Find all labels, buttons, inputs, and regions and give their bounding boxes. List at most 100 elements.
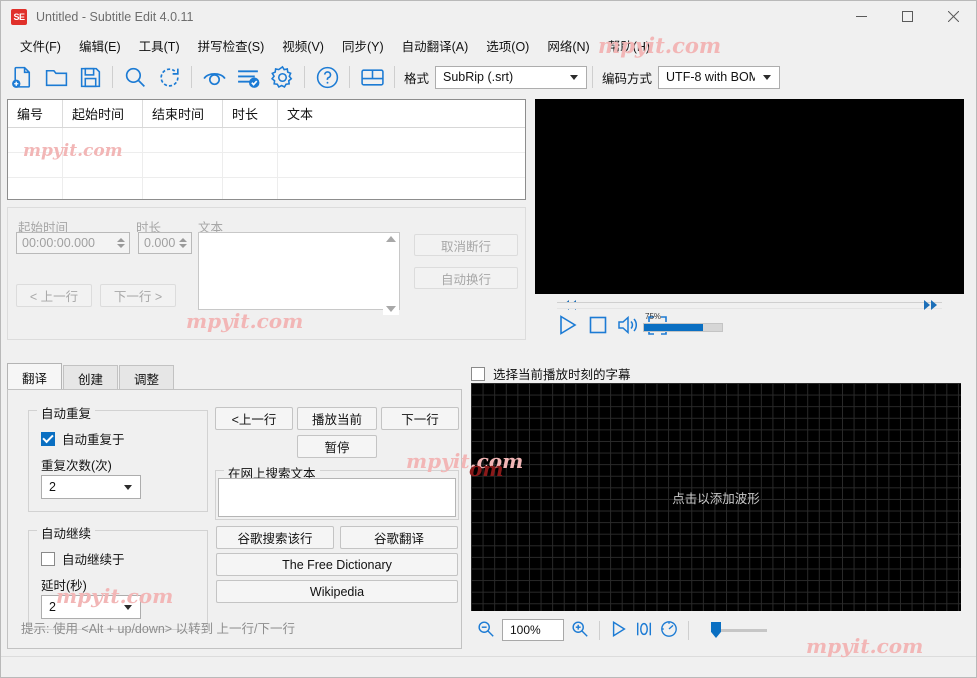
auto-repeat-checkbox-row[interactable]: 自动重复于 [41, 429, 125, 448]
waveform-toolbar-separator [599, 620, 600, 640]
waveform-zoom-combo[interactable]: 100% [502, 619, 564, 641]
chevron-down-icon [124, 604, 132, 610]
menu-item-options[interactable]: 选项(O) [477, 33, 538, 58]
column-header-duration[interactable]: 时长 [223, 100, 278, 127]
save-icon[interactable] [73, 60, 107, 94]
cell-end [143, 153, 223, 177]
waveform-slider-thumb[interactable] [711, 622, 721, 638]
free-dictionary-button[interactable]: The Free Dictionary [216, 553, 458, 576]
new-file-icon[interactable] [5, 60, 39, 94]
spell-check-eye-icon[interactable] [197, 60, 231, 94]
tab-adjust[interactable]: 调整 [119, 365, 175, 390]
open-folder-icon[interactable] [39, 60, 73, 94]
keyboard-hint: 提示: 使用 <Alt + up/down> 以转到 上一行/下一行 [21, 622, 296, 636]
menu-item-tools[interactable]: 工具(T) [130, 33, 189, 58]
toolbar-separator [394, 66, 395, 88]
seek-bar-track[interactable] [557, 302, 942, 309]
auto-repeat-checkbox[interactable] [41, 431, 55, 446]
seek-bar[interactable] [557, 300, 942, 311]
repeat-count-combo[interactable]: 2 [41, 475, 141, 499]
scroll-down-icon[interactable] [386, 306, 396, 312]
text-scrollbar[interactable] [383, 233, 399, 315]
column-header-number[interactable]: 编号 [8, 100, 63, 127]
menu-item-spellcheck[interactable]: 拼写检查(S) [189, 33, 274, 58]
zoom-in-icon[interactable] [571, 620, 589, 641]
table-row[interactable] [8, 128, 525, 153]
subtitle-text-input[interactable] [198, 232, 400, 315]
menu-item-file[interactable]: 文件(F) [11, 33, 70, 58]
encoding-combo[interactable]: UTF-8 with BOM [658, 65, 781, 89]
previous-line-button[interactable]: < 上一行 [16, 284, 92, 307]
waveform-play-icon[interactable] [610, 620, 628, 641]
menu-item-video[interactable]: 视频(V) [273, 33, 333, 58]
column-header-end[interactable]: 结束时间 [143, 100, 223, 127]
translate-prev-line-button[interactable]: <上一行 [215, 407, 293, 430]
table-row[interactable] [8, 153, 525, 178]
insert-marker-icon[interactable] [635, 620, 653, 641]
duration-input[interactable]: 0.000 [138, 232, 192, 254]
waveform-vertical-zoom-slider[interactable] [711, 621, 769, 639]
chevron-down-icon [179, 244, 188, 248]
replace-refresh-icon[interactable] [152, 60, 186, 94]
status-separator [1, 656, 976, 657]
volume-control[interactable]: 75% [643, 313, 725, 332]
volume-slider-track[interactable] [643, 323, 723, 332]
delay-combo[interactable]: 2 [41, 595, 141, 619]
scroll-up-icon[interactable] [386, 236, 396, 242]
cell-duration [223, 153, 278, 177]
auto-continue-checkbox-row[interactable]: 自动继续于 [41, 549, 125, 568]
table-row[interactable] [8, 178, 525, 199]
search-icon[interactable] [118, 60, 152, 94]
menu-item-edit[interactable]: 编辑(E) [70, 33, 130, 58]
layout-icon[interactable] [355, 60, 389, 94]
zoom-out-icon[interactable] [477, 620, 495, 641]
translate-next-line-button[interactable]: 下一行 [381, 407, 459, 430]
start-time-stepper[interactable] [112, 233, 129, 253]
menu-item-help[interactable]: 帮助(H) [599, 33, 659, 58]
settings-list-check-icon[interactable] [231, 60, 265, 94]
maximize-icon[interactable] [884, 1, 930, 32]
video-preview[interactable] [535, 99, 964, 294]
play-icon[interactable] [557, 314, 579, 339]
google-translate-button[interactable]: 谷歌翻译 [340, 526, 458, 549]
select-current-subtitle-row[interactable]: 选择当前播放时刻的字幕 [471, 364, 631, 383]
web-search-input[interactable] [218, 478, 456, 517]
unbreak-button[interactable]: 取消断行 [414, 234, 518, 256]
chevron-down-icon [763, 74, 772, 80]
chevron-down-icon [124, 484, 132, 490]
close-icon[interactable] [930, 1, 976, 32]
menu-item-autotranslate[interactable]: 自动翻译(A) [393, 33, 478, 58]
duration-stepper[interactable] [175, 233, 191, 253]
gear-icon[interactable] [265, 60, 299, 94]
volume-icon[interactable] [617, 315, 639, 338]
help-icon[interactable] [310, 60, 344, 94]
waveform-panel[interactable]: 点击以添加波形 [471, 383, 961, 611]
auto-continue-checkbox[interactable] [41, 551, 55, 566]
next-line-button[interactable]: 下一行 > [100, 284, 176, 307]
tab-create[interactable]: 创建 [63, 365, 119, 390]
format-combo[interactable]: SubRip (.srt) [435, 65, 588, 89]
playback-speed-icon[interactable] [660, 620, 678, 641]
menu-item-sync[interactable]: 同步(Y) [333, 33, 393, 58]
bottom-tabs: 翻译 创建 调整 [7, 363, 175, 390]
fast-forward-icon[interactable] [924, 299, 937, 313]
auto-repeat-checkbox-label: 自动重复于 [62, 433, 125, 447]
subtitle-list-view[interactable]: 编号 起始时间 结束时间 时长 文本 [7, 99, 526, 200]
google-search-line-button[interactable]: 谷歌搜索该行 [216, 526, 334, 549]
column-header-start[interactable]: 起始时间 [63, 100, 143, 127]
pause-button[interactable]: 暂停 [297, 435, 377, 458]
column-header-text[interactable]: 文本 [278, 100, 525, 127]
duration-value: 0.000 [144, 236, 176, 250]
volume-slider-fill [644, 324, 703, 331]
tab-translate[interactable]: 翻译 [7, 363, 63, 390]
stop-icon[interactable] [588, 315, 608, 338]
autobreak-button[interactable]: 自动换行 [414, 267, 518, 289]
minimize-icon[interactable] [838, 1, 884, 32]
select-current-subtitle-checkbox[interactable] [471, 366, 485, 381]
play-current-button[interactable]: 播放当前 [297, 407, 377, 430]
cell-text [278, 128, 525, 152]
auto-continue-group: 自动继续 自动继续于 延时(秒) 2 [28, 523, 208, 630]
menu-item-network[interactable]: 网络(N) [538, 33, 598, 58]
start-time-input[interactable]: 00:00:00.000 [16, 232, 130, 254]
wikipedia-button[interactable]: Wikipedia [216, 580, 458, 603]
